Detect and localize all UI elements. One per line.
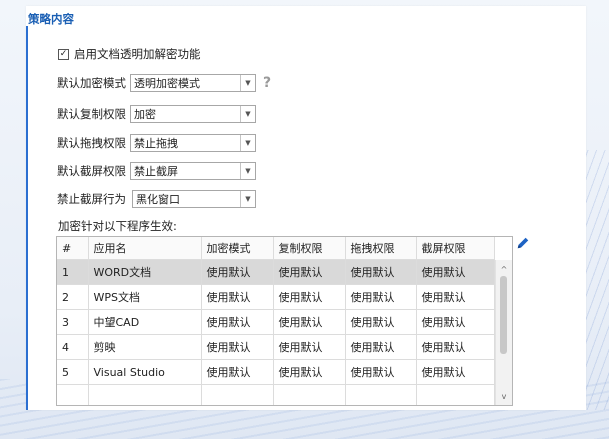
- table-cell: 4: [57, 334, 89, 360]
- table-cell: 使用默认: [416, 334, 495, 360]
- table-row[interactable]: 1 WORD文档 使用默认 使用默认 使用默认 使用默认: [57, 259, 495, 285]
- table-cell: 使用默认: [273, 259, 346, 285]
- pencil-icon[interactable]: [516, 236, 530, 250]
- table-cell: 使用默认: [273, 284, 346, 310]
- table-cell: 使用默认: [273, 359, 346, 385]
- encryption-mode-select[interactable]: 透明加密模式 ▼: [130, 74, 256, 92]
- column-header[interactable]: 应用名: [88, 237, 202, 260]
- table-cell: 使用默认: [273, 334, 346, 360]
- table-cell: [273, 384, 346, 405]
- table-cell: 使用默认: [345, 359, 417, 385]
- table-row[interactable]: 5 Visual Studio 使用默认 使用默认 使用默认 使用默认: [57, 359, 495, 385]
- chevron-down-icon[interactable]: ▼: [240, 191, 255, 207]
- table-cell: 中望CAD: [88, 309, 202, 335]
- column-header[interactable]: 截屏权限: [416, 237, 495, 260]
- table-row[interactable]: 3 中望CAD 使用默认 使用默认 使用默认 使用默认: [57, 309, 495, 335]
- program-table: # 应用名 加密模式 复制权限 拖拽权限 截屏权限 1 WORD文档 使用默认 使用默…: [56, 236, 513, 406]
- table-cell: 使用默认: [201, 259, 274, 285]
- table-cell: 2: [57, 284, 89, 310]
- encryption-mode-value: 透明加密模式: [134, 77, 200, 90]
- table-cell: 使用默认: [416, 309, 495, 335]
- table-cell: 使用默认: [345, 259, 417, 285]
- table-row[interactable]: 2 WPS文档 使用默认 使用默认 使用默认 使用默认: [57, 284, 495, 310]
- chevron-down-icon[interactable]: ▼: [240, 135, 255, 151]
- drag-permission-label: 默认拖拽权限: [57, 136, 126, 150]
- table-scrollbar[interactable]: ^ v: [495, 260, 512, 405]
- screenshot-behavior-value: 黑化窗口: [136, 193, 180, 206]
- table-cell: [201, 384, 274, 405]
- enable-encryption-label: 启用文档透明加解密功能: [74, 47, 201, 61]
- table-cell: 5: [57, 359, 89, 385]
- enable-encryption-row[interactable]: ✓ 启用文档透明加解密功能: [58, 46, 201, 62]
- program-table-grid: # 应用名 加密模式 复制权限 拖拽权限 截屏权限 1 WORD文档 使用默认 使用默…: [57, 237, 495, 405]
- table-cell: WORD文档: [88, 259, 202, 285]
- table-row[interactable]: [57, 384, 495, 405]
- column-header[interactable]: 加密模式: [201, 237, 274, 260]
- table-header-row: # 应用名 加密模式 复制权限 拖拽权限 截屏权限: [57, 237, 495, 260]
- column-header[interactable]: #: [57, 237, 89, 260]
- table-cell: [345, 384, 417, 405]
- table-cell: WPS文档: [88, 284, 202, 310]
- table-row[interactable]: 4 剪映 使用默认 使用默认 使用默认 使用默认: [57, 334, 495, 360]
- table-cell: 使用默认: [345, 309, 417, 335]
- program-table-caption: 加密针对以下程序生效:: [58, 219, 177, 233]
- table-cell: 使用默认: [201, 334, 274, 360]
- scroll-up-icon[interactable]: ^: [496, 262, 512, 276]
- section-indicator: [26, 26, 28, 410]
- screenshot-behavior-select[interactable]: 黑化窗口 ▼: [132, 190, 256, 208]
- table-cell: 使用默认: [273, 309, 346, 335]
- scrollbar-thumb[interactable]: [500, 276, 507, 354]
- section-title: 策略内容: [28, 12, 74, 26]
- encryption-mode-row: 默认加密模式 透明加密模式 ▼: [57, 74, 256, 92]
- table-cell: [57, 384, 89, 405]
- drag-permission-value: 禁止拖拽: [134, 137, 178, 150]
- column-header[interactable]: 拖拽权限: [345, 237, 417, 260]
- screenshot-behavior-row: 禁止截屏行为 黑化窗口 ▼: [57, 190, 256, 208]
- table-cell: 使用默认: [345, 284, 417, 310]
- chevron-down-icon[interactable]: ▼: [240, 163, 255, 179]
- table-cell: 3: [57, 309, 89, 335]
- copy-permission-select[interactable]: 加密 ▼: [130, 105, 256, 123]
- table-cell: 1: [57, 259, 89, 285]
- table-cell: [416, 384, 495, 405]
- table-cell: 使用默认: [345, 334, 417, 360]
- screenshot-permission-select[interactable]: 禁止截屏 ▼: [130, 162, 256, 180]
- table-cell: 使用默认: [201, 359, 274, 385]
- drag-permission-row: 默认拖拽权限 禁止拖拽 ▼: [57, 134, 256, 152]
- screenshot-permission-value: 禁止截屏: [134, 165, 178, 178]
- drag-permission-select[interactable]: 禁止拖拽 ▼: [130, 134, 256, 152]
- table-cell: 使用默认: [201, 309, 274, 335]
- scroll-down-icon[interactable]: v: [496, 389, 512, 403]
- chevron-down-icon[interactable]: ▼: [240, 106, 255, 122]
- copy-permission-label: 默认复制权限: [57, 107, 126, 121]
- table-cell: 剪映: [88, 334, 202, 360]
- encryption-mode-label: 默认加密模式: [57, 76, 126, 90]
- check-mark-icon: ✓: [59, 48, 68, 59]
- table-cell: [88, 384, 202, 405]
- enable-encryption-checkbox[interactable]: ✓: [58, 48, 69, 60]
- table-cell: Visual Studio: [88, 359, 202, 385]
- table-cell: 使用默认: [201, 284, 274, 310]
- question-icon[interactable]: ?: [263, 75, 271, 91]
- copy-permission-value: 加密: [134, 108, 156, 121]
- table-cell: 使用默认: [416, 284, 495, 310]
- table-cell: 使用默认: [416, 259, 495, 285]
- table-cell: 使用默认: [416, 359, 495, 385]
- screenshot-permission-label: 默认截屏权限: [57, 164, 126, 178]
- screenshot-behavior-label: 禁止截屏行为: [57, 192, 126, 206]
- chevron-down-icon[interactable]: ▼: [240, 75, 255, 91]
- screenshot-permission-row: 默认截屏权限 禁止截屏 ▼: [57, 162, 256, 180]
- column-header[interactable]: 复制权限: [273, 237, 346, 260]
- copy-permission-row: 默认复制权限 加密 ▼: [57, 105, 256, 123]
